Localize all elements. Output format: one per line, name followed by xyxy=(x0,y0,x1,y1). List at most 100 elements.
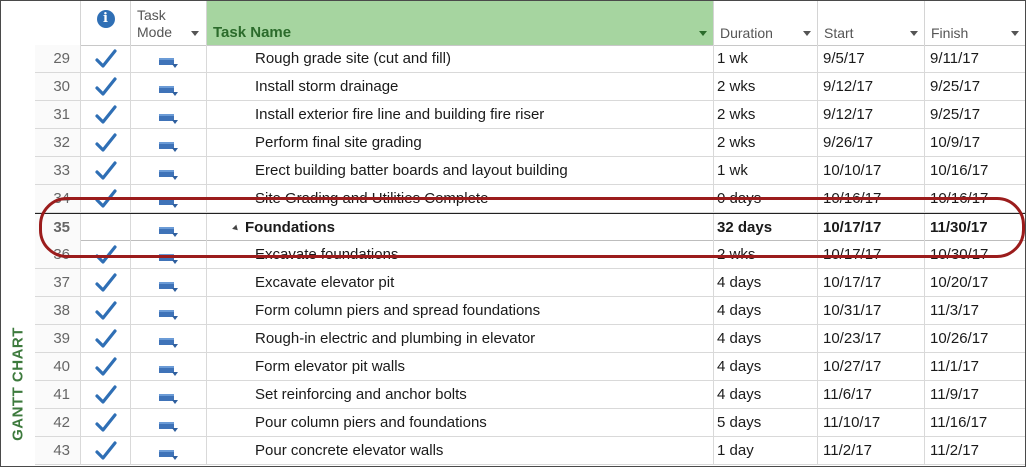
start-cell[interactable]: 10/16/17 xyxy=(818,185,925,212)
task-name-cell[interactable]: Perform final site grading xyxy=(207,129,714,156)
finish-cell[interactable]: 11/9/17 xyxy=(925,381,1025,408)
header-row-id[interactable] xyxy=(35,1,81,45)
row-id-cell[interactable]: 34 xyxy=(35,185,81,212)
task-mode-cell[interactable] xyxy=(131,185,207,212)
duration-cell[interactable]: 1 day xyxy=(714,437,818,464)
task-name-cell[interactable]: Install exterior fire line and building … xyxy=(207,101,714,128)
row-id-cell[interactable]: 37 xyxy=(35,269,81,296)
row-id-cell[interactable]: 35 xyxy=(35,214,81,241)
task-name-cell[interactable]: Site Grading and Utilities Complete xyxy=(207,185,714,212)
finish-cell[interactable]: 9/25/17 xyxy=(925,73,1025,100)
header-indicators[interactable]: i xyxy=(81,1,131,45)
task-mode-cell[interactable] xyxy=(131,157,207,184)
task-name-cell[interactable]: Pour column piers and foundations xyxy=(207,409,714,436)
table-row[interactable]: 33 Erect building batter boards and layou… xyxy=(35,157,1025,185)
task-name-cell[interactable]: Foundations xyxy=(207,214,714,241)
row-id-cell[interactable]: 39 xyxy=(35,325,81,352)
start-cell[interactable]: 9/12/17 xyxy=(818,73,925,100)
row-id-cell[interactable]: 32 xyxy=(35,129,81,156)
duration-cell[interactable]: 4 days xyxy=(714,381,818,408)
header-finish[interactable]: Finish xyxy=(925,1,1025,45)
finish-cell[interactable]: 9/11/17 xyxy=(925,45,1025,72)
task-mode-cell[interactable] xyxy=(131,241,207,268)
finish-cell[interactable]: 10/30/17 xyxy=(925,241,1025,268)
duration-cell[interactable]: 5 days xyxy=(714,409,818,436)
table-row[interactable]: 34 Site Grading and Utilities Complete 0 d… xyxy=(35,185,1025,213)
task-mode-cell[interactable] xyxy=(131,45,207,72)
duration-cell[interactable]: 1 wk xyxy=(714,157,818,184)
finish-cell[interactable]: 10/16/17 xyxy=(925,157,1025,184)
task-name-cell[interactable]: Form column piers and spread foundations xyxy=(207,297,714,324)
task-name-cell[interactable]: Form elevator pit walls xyxy=(207,353,714,380)
table-row[interactable]: 38 Form column piers and spread foundatio… xyxy=(35,297,1025,325)
table-row[interactable]: 36 Excavate foundations 2 wks 10/17/17 10/30… xyxy=(35,241,1025,269)
task-mode-cell[interactable] xyxy=(131,381,207,408)
finish-cell[interactable]: 11/2/17 xyxy=(925,437,1025,464)
duration-cell[interactable]: 4 days xyxy=(714,353,818,380)
duration-cell[interactable]: 4 days xyxy=(714,269,818,296)
row-id-cell[interactable]: 40 xyxy=(35,353,81,380)
task-mode-cell[interactable] xyxy=(131,409,207,436)
start-cell[interactable]: 11/10/17 xyxy=(818,409,925,436)
task-name-cell[interactable]: Rough-in electric and plumbing in elevat… xyxy=(207,325,714,352)
start-cell[interactable]: 11/6/17 xyxy=(818,381,925,408)
table-row[interactable]: 42 Pour column piers and foundations 5 day… xyxy=(35,409,1025,437)
row-id-cell[interactable]: 33 xyxy=(35,157,81,184)
start-cell[interactable]: 11/2/17 xyxy=(818,437,925,464)
task-name-cell[interactable]: Rough grade site (cut and fill) xyxy=(207,45,714,72)
start-cell[interactable]: 10/23/17 xyxy=(818,325,925,352)
duration-cell[interactable]: 32 days xyxy=(714,214,818,241)
task-mode-cell[interactable] xyxy=(131,269,207,296)
row-id-cell[interactable]: 29 xyxy=(35,45,81,72)
duration-cell[interactable]: 4 days xyxy=(714,297,818,324)
table-row[interactable]: 41 Set reinforcing and anchor bolts 4 days… xyxy=(35,381,1025,409)
task-mode-cell[interactable] xyxy=(131,437,207,464)
duration-cell[interactable]: 2 wks xyxy=(714,101,818,128)
task-name-cell[interactable]: Set reinforcing and anchor bolts xyxy=(207,381,714,408)
finish-cell[interactable]: 10/26/17 xyxy=(925,325,1025,352)
header-task-name[interactable]: Task Name xyxy=(207,1,714,45)
table-row[interactable]: 37 Excavate elevator pit 4 days 10/17/17 10/… xyxy=(35,269,1025,297)
finish-cell[interactable]: 9/25/17 xyxy=(925,101,1025,128)
row-id-cell[interactable]: 31 xyxy=(35,101,81,128)
start-cell[interactable]: 10/17/17 xyxy=(818,241,925,268)
row-id-cell[interactable]: 36 xyxy=(35,241,81,268)
task-mode-cell[interactable] xyxy=(131,101,207,128)
task-mode-cell[interactable] xyxy=(131,353,207,380)
row-id-cell[interactable]: 30 xyxy=(35,73,81,100)
start-cell[interactable]: 10/10/17 xyxy=(818,157,925,184)
duration-cell[interactable]: 1 wk xyxy=(714,45,818,72)
task-mode-cell[interactable] xyxy=(131,214,207,241)
dropdown-arrow-icon[interactable] xyxy=(699,31,707,36)
finish-cell[interactable]: 10/16/17 xyxy=(925,185,1025,212)
task-mode-cell[interactable] xyxy=(131,325,207,352)
table-row[interactable]: 43 Pour concrete elevator walls 1 day 11/2/… xyxy=(35,437,1025,465)
finish-cell[interactable]: 10/20/17 xyxy=(925,269,1025,296)
table-row[interactable]: 40 Form elevator pit walls 4 days 10/27/17 1… xyxy=(35,353,1025,381)
duration-cell[interactable]: 0 days xyxy=(714,185,818,212)
dropdown-arrow-icon[interactable] xyxy=(1011,31,1019,36)
task-mode-cell[interactable] xyxy=(131,297,207,324)
start-cell[interactable]: 9/12/17 xyxy=(818,101,925,128)
table-row[interactable]: 39 Rough-in electric and plumbing in elev… xyxy=(35,325,1025,353)
row-id-cell[interactable]: 42 xyxy=(35,409,81,436)
table-row[interactable]: 30 Install storm drainage 2 wks 9/12/17 9/25… xyxy=(35,73,1025,101)
task-name-cell[interactable]: Pour concrete elevator walls xyxy=(207,437,714,464)
row-id-cell[interactable]: 43 xyxy=(35,437,81,464)
duration-cell[interactable]: 2 wks xyxy=(714,241,818,268)
finish-cell[interactable]: 11/3/17 xyxy=(925,297,1025,324)
task-name-cell[interactable]: Excavate elevator pit xyxy=(207,269,714,296)
finish-cell[interactable]: 11/30/17 xyxy=(925,214,1025,241)
row-id-cell[interactable]: 38 xyxy=(35,297,81,324)
header-duration[interactable]: Duration xyxy=(714,1,818,45)
task-mode-cell[interactable] xyxy=(131,73,207,100)
table-row[interactable]: 32 Perform final site grading 2 wks 9/26/17… xyxy=(35,129,1025,157)
task-name-cell[interactable]: Excavate foundations xyxy=(207,241,714,268)
duration-cell[interactable]: 2 wks xyxy=(714,129,818,156)
finish-cell[interactable]: 11/16/17 xyxy=(925,409,1025,436)
dropdown-arrow-icon[interactable] xyxy=(191,30,199,36)
dropdown-arrow-icon[interactable] xyxy=(910,31,918,36)
start-cell[interactable]: 10/27/17 xyxy=(818,353,925,380)
start-cell[interactable]: 10/17/17 xyxy=(818,269,925,296)
start-cell[interactable]: 9/5/17 xyxy=(818,45,925,72)
